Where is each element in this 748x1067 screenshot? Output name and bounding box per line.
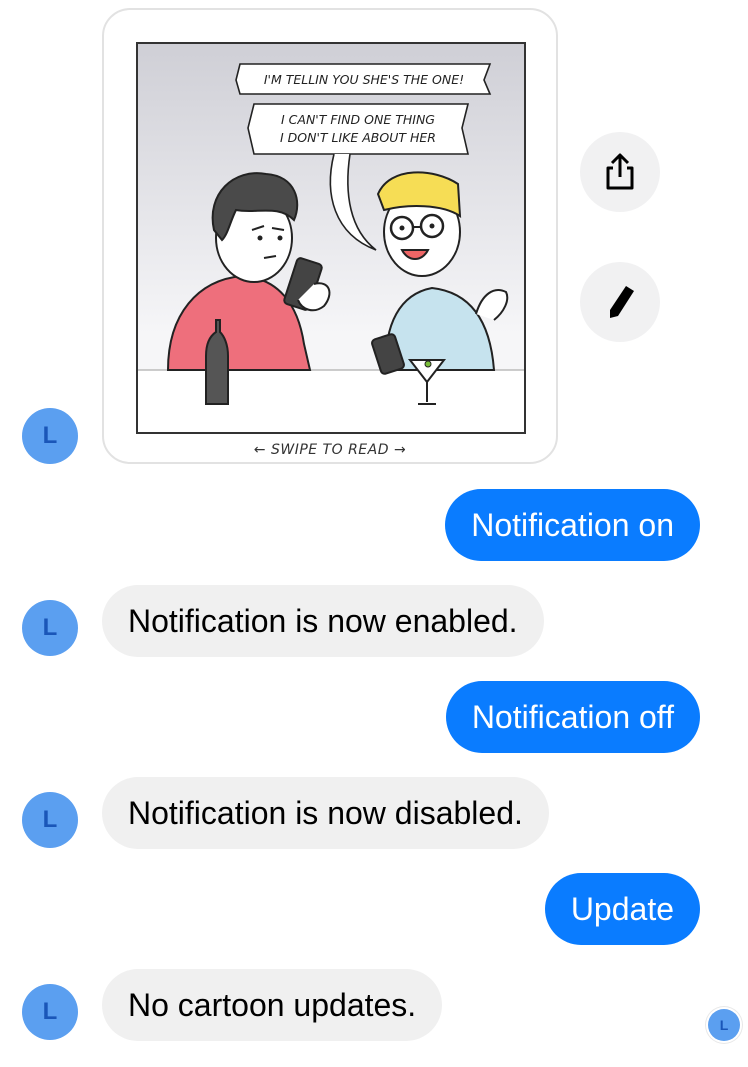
comic-image: I'M TELLIN YOU SHE'S THE ONE! I CAN'T FI… [136,42,526,434]
message-outgoing[interactable]: Notification off [445,681,700,753]
message-incoming[interactable]: No cartoon updates. [102,969,443,1041]
message-outgoing[interactable]: Update [544,873,700,945]
avatar[interactable]: L [22,984,78,1040]
swipe-to-read-label[interactable]: ← SWIPE TO READ → [104,442,556,458]
read-receipt-avatar: L [708,1009,740,1041]
message-incoming[interactable]: Notification is now enabled. [102,585,544,657]
avatar[interactable]: L [22,408,78,464]
comic-illustration: I'M TELLIN YOU SHE'S THE ONE! I CAN'T FI… [138,63,524,432]
speech-text-2a: I CAN'T FIND ONE THING [281,112,435,127]
share-icon [606,153,634,190]
message-incoming[interactable]: Notification is now disabled. [102,777,549,849]
avatar[interactable]: L [22,792,78,848]
comic-card[interactable]: I'M TELLIN YOU SHE'S THE ONE! I CAN'T FI… [102,8,558,464]
share-button[interactable] [580,132,660,212]
message-outgoing[interactable]: Notification on [445,489,700,561]
speech-text-1: I'M TELLIN YOU SHE'S THE ONE! [264,72,464,87]
pencil-icon [610,286,634,318]
speech-text-2b: I DON'T LIKE ABOUT HER [280,130,436,145]
edit-button[interactable] [580,262,660,342]
avatar[interactable]: L [22,600,78,656]
